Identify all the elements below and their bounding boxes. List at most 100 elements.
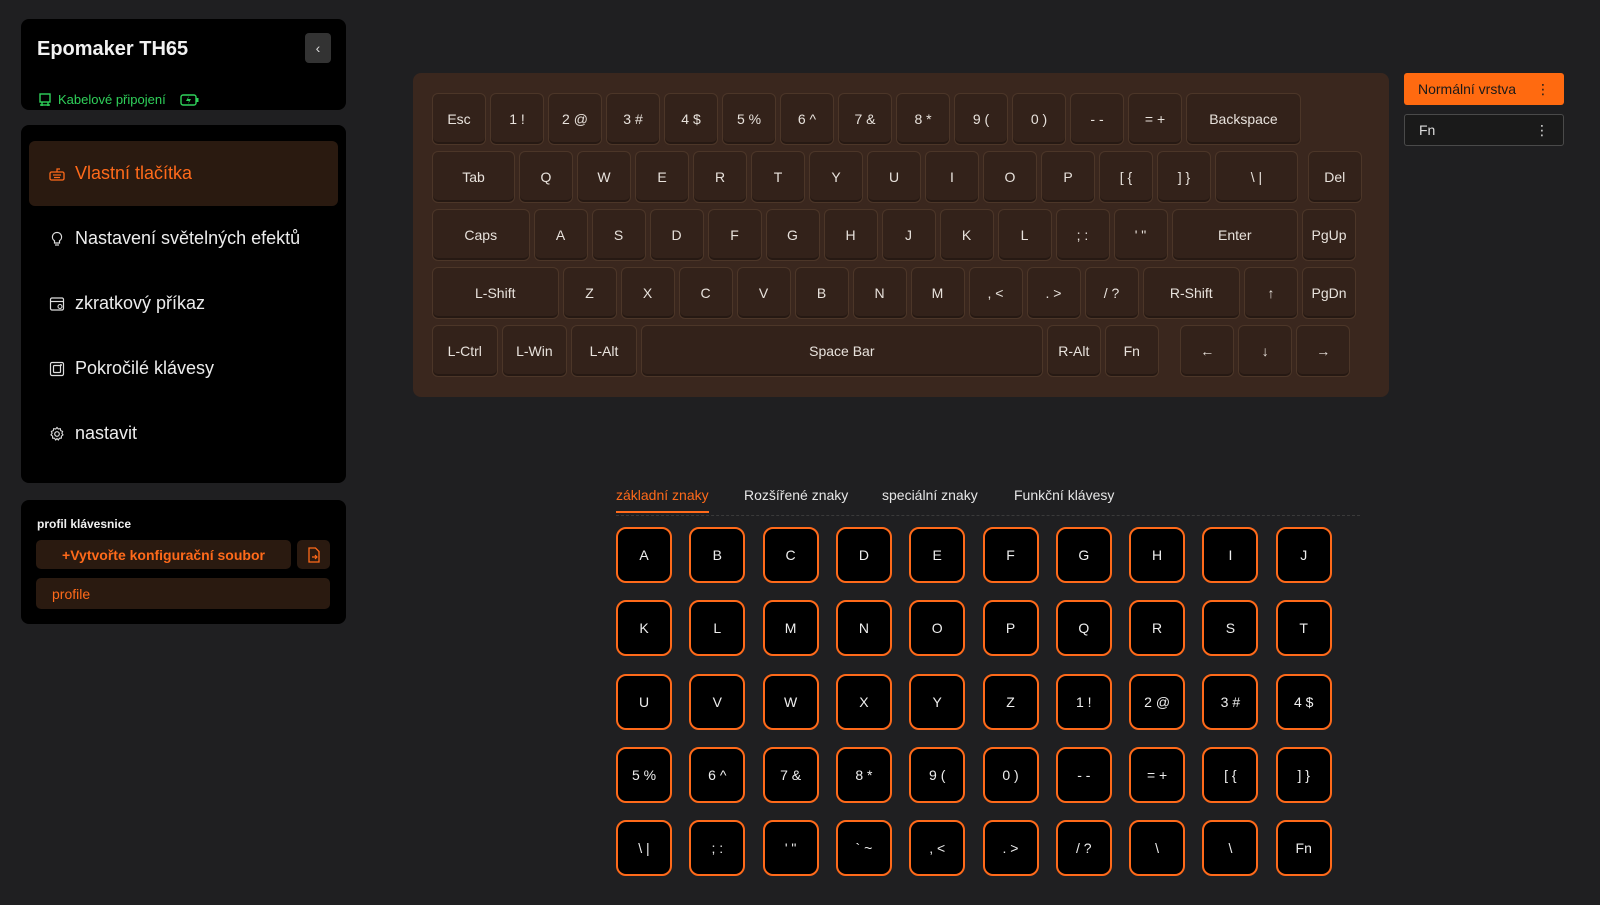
palette-key[interactable]: K bbox=[616, 600, 672, 657]
nav-item-advanced-keys[interactable]: Pokročilé klávesy bbox=[29, 336, 338, 401]
palette-key[interactable]: A bbox=[616, 527, 672, 583]
palette-key[interactable]: R bbox=[1129, 600, 1186, 657]
key-symbol[interactable]: → bbox=[1296, 325, 1351, 377]
key-symbol[interactable]: ↑ bbox=[1244, 267, 1298, 319]
collapse-sidebar-button[interactable]: ‹ bbox=[305, 33, 331, 63]
palette-key[interactable]: I bbox=[1202, 527, 1259, 583]
palette-key[interactable]: [ { bbox=[1202, 746, 1259, 803]
key-f[interactable]: F bbox=[707, 209, 762, 261]
key-o[interactable]: O bbox=[983, 151, 1037, 203]
palette-key[interactable]: Fn bbox=[1275, 820, 1332, 877]
create-config-button[interactable]: +Vytvořte konfigurační soubor bbox=[36, 540, 291, 569]
key-tab[interactable]: Tab bbox=[432, 151, 515, 203]
key-y[interactable]: Y bbox=[809, 151, 863, 203]
palette-key[interactable]: L bbox=[689, 600, 746, 657]
key-u[interactable]: U bbox=[867, 151, 921, 203]
key-w[interactable]: W bbox=[577, 151, 631, 203]
palette-key[interactable]: G bbox=[1055, 527, 1112, 583]
key-r-shift[interactable]: R-Shift bbox=[1142, 267, 1240, 319]
key-b[interactable]: B bbox=[794, 267, 849, 319]
palette-key[interactable]: Q bbox=[1055, 600, 1112, 657]
key-l-win[interactable]: L-Win bbox=[501, 325, 568, 377]
key-symbol[interactable]: ] } bbox=[1157, 151, 1211, 203]
palette-key[interactable]: ' " bbox=[762, 820, 819, 877]
key-symbol[interactable]: ↓ bbox=[1238, 325, 1293, 377]
palette-key[interactable]: T bbox=[1275, 600, 1332, 657]
palette-key[interactable]: J bbox=[1275, 527, 1332, 583]
palette-key[interactable]: ` ~ bbox=[835, 820, 892, 877]
key-r[interactable]: R bbox=[693, 151, 747, 203]
key-e[interactable]: E bbox=[635, 151, 689, 203]
key-symbol[interactable]: ' " bbox=[1113, 209, 1168, 261]
palette-key[interactable]: 9 ( bbox=[909, 746, 966, 803]
palette-key[interactable]: / ? bbox=[1055, 820, 1112, 877]
palette-key[interactable]: 7 & bbox=[762, 746, 819, 803]
palette-key[interactable]: N bbox=[835, 600, 892, 657]
key-pgdn[interactable]: PgDn bbox=[1302, 267, 1356, 319]
key-l-alt[interactable]: L-Alt bbox=[571, 325, 637, 377]
palette-key[interactable]: 8 * bbox=[835, 746, 892, 803]
key-9[interactable]: 9 ( bbox=[954, 93, 1008, 145]
tab-special-characters[interactable]: speciální znaky bbox=[882, 487, 978, 511]
palette-key[interactable]: B bbox=[689, 527, 746, 583]
key-symbol[interactable]: ; : bbox=[1055, 209, 1110, 261]
palette-key[interactable]: \ bbox=[1129, 820, 1186, 877]
key-symbol[interactable]: [ { bbox=[1099, 151, 1153, 203]
key-pgup[interactable]: PgUp bbox=[1302, 209, 1356, 261]
key-m[interactable]: M bbox=[910, 267, 965, 319]
key-3[interactable]: 3 # bbox=[606, 93, 660, 145]
palette-key[interactable]: - - bbox=[1055, 746, 1112, 803]
key-caps[interactable]: Caps bbox=[432, 209, 530, 261]
palette-key[interactable]: 2 @ bbox=[1129, 673, 1186, 730]
key-backspace[interactable]: Backspace bbox=[1186, 93, 1301, 145]
key-symbol[interactable]: = + bbox=[1128, 93, 1182, 145]
key-2[interactable]: 2 @ bbox=[548, 93, 602, 145]
key-0[interactable]: 0 ) bbox=[1012, 93, 1066, 145]
palette-key[interactable]: . > bbox=[982, 820, 1039, 877]
key-symbol[interactable]: - - bbox=[1070, 93, 1124, 145]
palette-key[interactable]: D bbox=[835, 527, 892, 583]
palette-key[interactable]: Z bbox=[982, 673, 1039, 730]
key-v[interactable]: V bbox=[736, 267, 791, 319]
key-symbol[interactable]: , < bbox=[968, 267, 1023, 319]
palette-key[interactable]: 4 $ bbox=[1275, 673, 1332, 730]
palette-key[interactable]: M bbox=[762, 600, 819, 657]
palette-key[interactable]: E bbox=[909, 527, 966, 583]
import-profile-button[interactable] bbox=[297, 540, 330, 569]
palette-key[interactable]: ] } bbox=[1275, 746, 1332, 803]
key-symbol[interactable]: . > bbox=[1026, 267, 1081, 319]
key-q[interactable]: Q bbox=[519, 151, 573, 203]
palette-key[interactable]: 6 ^ bbox=[689, 746, 746, 803]
key-fn[interactable]: Fn bbox=[1104, 325, 1159, 377]
palette-key[interactable]: \ | bbox=[616, 820, 672, 877]
palette-key[interactable]: 1 ! bbox=[1055, 673, 1112, 730]
key-6[interactable]: 6 ^ bbox=[780, 93, 834, 145]
key-a[interactable]: A bbox=[533, 209, 588, 261]
palette-key[interactable]: O bbox=[909, 600, 966, 657]
key-l[interactable]: L bbox=[997, 209, 1052, 261]
key-symbol[interactable]: / ? bbox=[1084, 267, 1139, 319]
palette-key[interactable]: F bbox=[982, 527, 1039, 583]
key-t[interactable]: T bbox=[751, 151, 805, 203]
key-n[interactable]: N bbox=[852, 267, 907, 319]
key-r-alt[interactable]: R-Alt bbox=[1046, 325, 1101, 377]
key-8[interactable]: 8 * bbox=[896, 93, 950, 145]
palette-key[interactable]: V bbox=[689, 673, 746, 730]
palette-key[interactable]: P bbox=[982, 600, 1039, 657]
key-symbol[interactable]: ← bbox=[1180, 325, 1235, 377]
key-space-bar[interactable]: Space Bar bbox=[640, 325, 1043, 377]
nav-item-macros[interactable]: zkratkový příkaz bbox=[29, 271, 338, 336]
key-g[interactable]: G bbox=[765, 209, 820, 261]
key-k[interactable]: K bbox=[939, 209, 994, 261]
palette-key[interactable]: \ bbox=[1202, 820, 1259, 877]
layer-fn[interactable]: Fn ⋮ bbox=[1404, 114, 1564, 146]
key-h[interactable]: H bbox=[823, 209, 878, 261]
key-z[interactable]: Z bbox=[562, 267, 617, 319]
palette-key[interactable]: , < bbox=[909, 820, 966, 877]
key-l-ctrl[interactable]: L-Ctrl bbox=[432, 325, 498, 377]
key-esc[interactable]: Esc bbox=[432, 93, 486, 145]
more-options-icon[interactable]: ⋮ bbox=[1536, 82, 1550, 96]
nav-item-settings[interactable]: nastavit bbox=[29, 401, 338, 466]
palette-key[interactable]: 5 % bbox=[616, 746, 672, 803]
profile-list-item[interactable]: profile bbox=[36, 578, 330, 609]
